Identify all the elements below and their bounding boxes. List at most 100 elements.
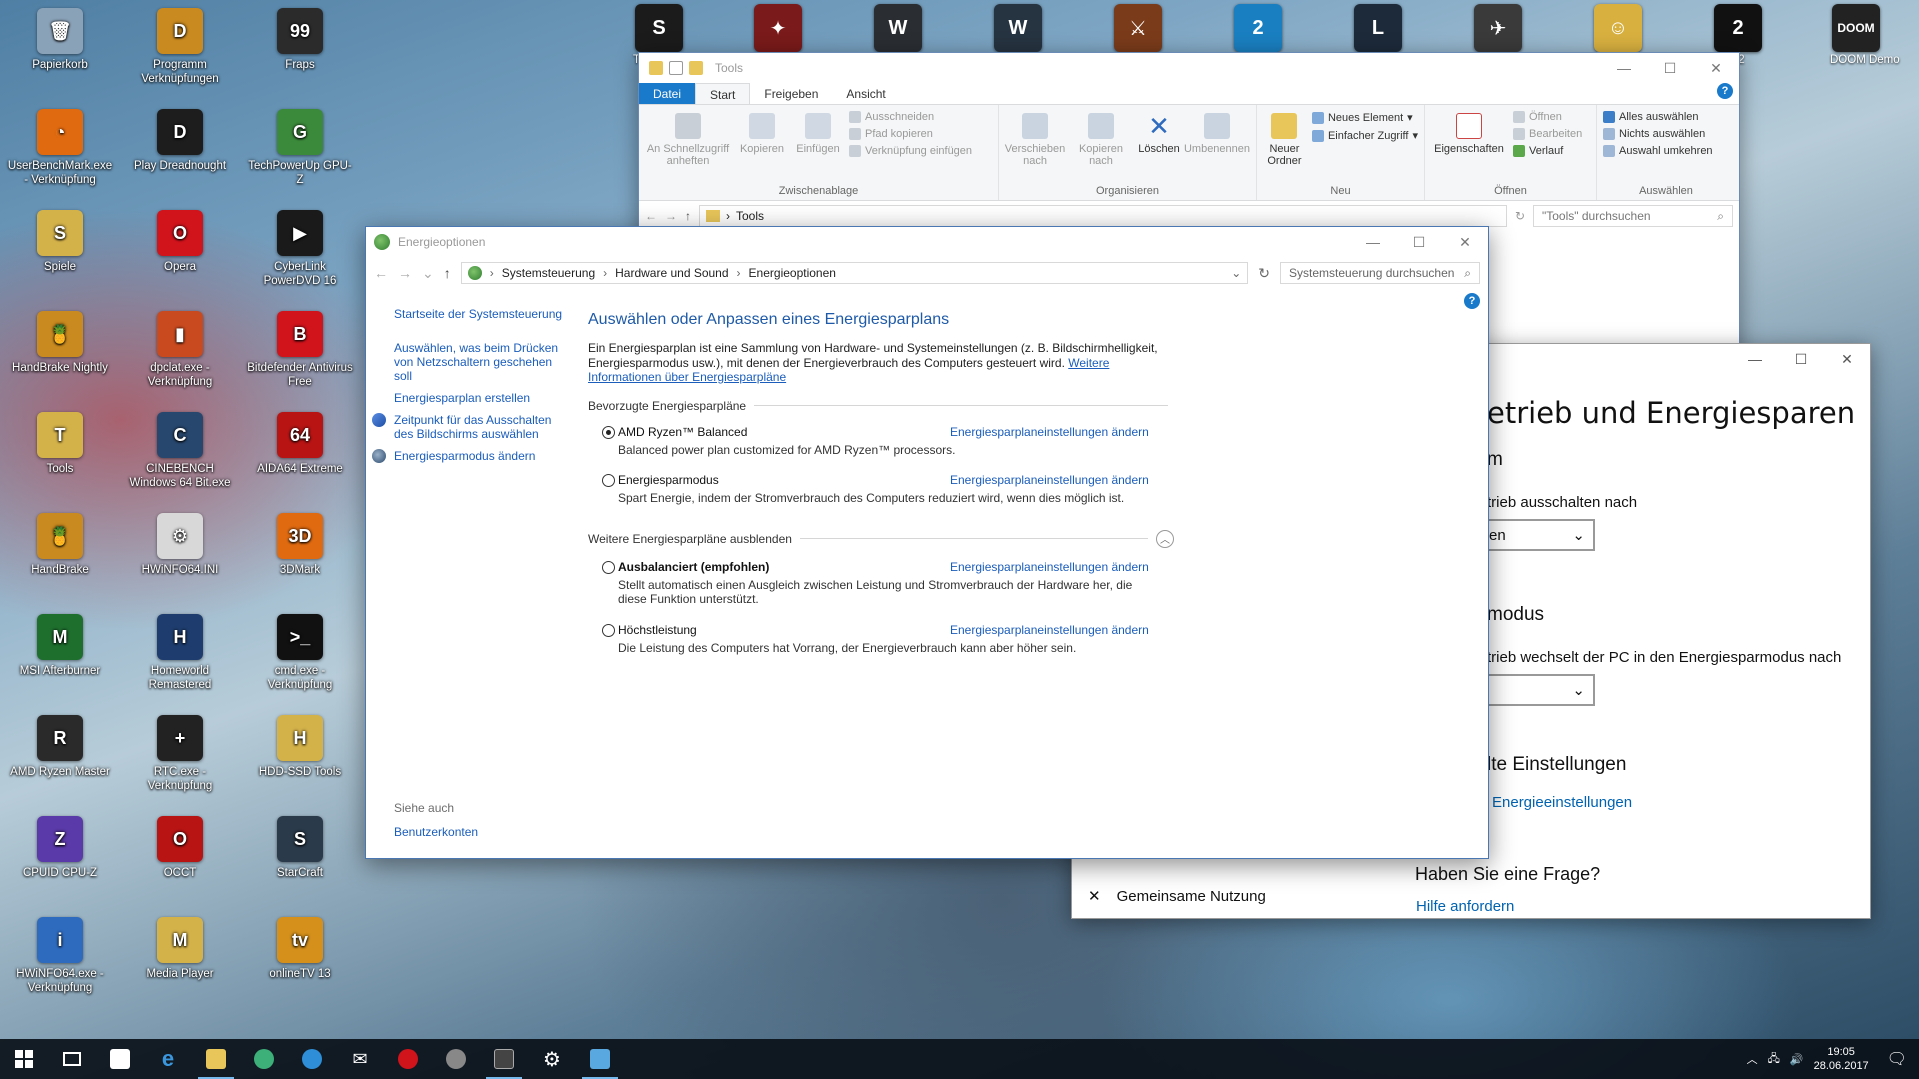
desktop-icon[interactable]: 99 Fraps [245,4,355,72]
desktop-icon[interactable]: i HWiNFO64.exe - Verknüpfung [5,913,115,995]
desktop-icon[interactable]: B Bitdefender Antivirus Free [245,307,355,389]
paste-button[interactable]: Einfügen [793,109,843,182]
more-plans-label[interactable]: Weitere Energiesparpläne ausblenden [588,532,792,546]
select-none-button[interactable]: Nichts auswählen [1603,128,1713,140]
notifications-icon[interactable]: 🗨 [1887,1049,1907,1069]
taskbar-control-panel[interactable] [576,1039,624,1079]
desktop-icon[interactable]: S [635,4,683,52]
paste-shortcut-button[interactable]: Verknüpfung einfügen [849,145,972,157]
desktop-icon[interactable]: DOOM [1832,4,1880,52]
desktop-icon[interactable]: H HDD-SSD Tools [245,711,355,779]
desktop-icon[interactable]: C CINEBENCH Windows 64 Bit.exe [125,408,235,490]
network-icon[interactable]: 🖧 [1768,1050,1780,1069]
sidebar-item-create-plan[interactable]: Energiesparplan erstellen [394,391,564,405]
desktop-icon[interactable]: L [1354,4,1402,52]
desktop-icon[interactable]: W [874,4,922,52]
back-icon[interactable]: ← [374,265,388,281]
breadcrumb-hardware-sound[interactable]: Hardware und Sound [615,266,728,280]
tab-view[interactable]: Ansicht [832,83,899,104]
desktop-icon[interactable]: ◔ UserBenchMark.exe - Verknüpfung [5,105,115,187]
desktop-icon[interactable]: >_ cmd.exe - Verknüpfung [245,610,355,692]
tab-file[interactable]: Datei [639,83,696,104]
forward-icon[interactable]: → [665,209,677,223]
desktop-icon[interactable]: 2 [1234,4,1282,52]
user-accounts-link[interactable]: Benutzerkonten [394,825,478,839]
desktop-icon[interactable]: 🍍 HandBrake [5,509,115,577]
close-icon[interactable]: ✕ [1824,344,1870,374]
copy-to-button[interactable]: Kopieren nach [1071,109,1131,182]
taskbar-game[interactable] [432,1039,480,1079]
desktop-icon[interactable]: ✦ [754,4,802,52]
open-button[interactable]: Öffnen [1513,111,1582,123]
desktop-icon[interactable]: H Homeworld Remastered [125,610,235,692]
plan-radio-high-performance[interactable] [602,623,615,637]
minimize-icon[interactable]: — [1601,53,1647,83]
tab-share[interactable]: Freigeben [750,83,832,104]
desktop-icon[interactable]: S StarCraft [245,812,355,880]
clock[interactable]: 19:05 28.06.2017 [1814,1045,1869,1073]
change-plan-link[interactable]: Energiesparplaneinstellungen ändern [950,623,1149,637]
plan-radio-amd-balanced[interactable] [602,425,615,439]
refresh-icon[interactable]: ↻ [1515,209,1525,223]
pin-button[interactable]: An Schnellzugriff anheften [645,109,731,182]
properties-icon[interactable] [669,61,683,75]
explorer-search-input[interactable]: "Tools" durchsuchen ⌕ [1533,205,1733,227]
sleep-dropdown[interactable]: ⌄ [1477,674,1595,706]
taskbar-store[interactable] [96,1039,144,1079]
sidebar-item-sleep[interactable]: Energiesparmodus ändern [372,449,564,463]
help-icon[interactable]: ? [1717,83,1733,99]
desktop-icon[interactable]: 2 [1714,4,1762,52]
plan-radio-power-saver[interactable] [602,474,615,487]
sidebar-item-display-off[interactable]: Zeitpunkt für das Ausschalten des Bildsc… [372,413,564,441]
desktop-icon[interactable]: D Programm Verknüpfungen [125,4,235,86]
chevron-down-icon[interactable]: ⌄ [1231,266,1241,280]
taskbar-thunderbird[interactable] [288,1039,336,1079]
additional-power-settings-link[interactable]: Energieeinstellungen [1492,794,1632,811]
move-to-button[interactable]: Verschieben nach [1005,109,1065,182]
copy-button[interactable]: Kopieren [737,109,787,182]
chevron-up-icon[interactable]: ︿ [1156,529,1174,548]
task-view-button[interactable] [48,1039,96,1079]
desktop-icon[interactable]: ✈ [1474,4,1522,52]
up-icon[interactable]: ↑ [444,265,451,281]
energy-address-bar[interactable]: › Systemsteuerung › Hardware und Sound ›… [460,262,1249,284]
taskbar-explorer[interactable] [192,1039,240,1079]
chevron-up-icon[interactable]: ︿ [1747,1051,1758,1067]
maximize-icon[interactable]: ☐ [1647,53,1693,83]
desktop-icon[interactable]: G TechPowerUp GPU-Z [245,105,355,187]
taskbar-edge[interactable]: e [144,1039,192,1079]
control-panel-search-input[interactable]: Systemsteuerung durchsuchen ⌕ [1280,262,1480,284]
breadcrumb-energy-options[interactable]: Energieoptionen [749,266,836,280]
taskbar-opera[interactable] [384,1039,432,1079]
up-icon[interactable]: ↑ [685,209,691,223]
maximize-icon[interactable]: ☐ [1778,344,1824,374]
desktop-icon[interactable]: ⚔ [1114,4,1162,52]
taskbar-settings[interactable]: ⚙ [528,1039,576,1079]
help-icon[interactable]: ? [1464,293,1480,309]
desktop-icon[interactable]: tv onlineTV 13 [245,913,355,981]
desktop-icon[interactable]: M MSI Afterburner [5,610,115,678]
taskbar-media[interactable] [240,1039,288,1079]
delete-button[interactable]: ✕ Löschen [1137,109,1181,182]
start-button[interactable] [0,1039,48,1079]
volume-icon[interactable]: 🔊 [1790,1053,1804,1066]
change-plan-link[interactable]: Energiesparplaneinstellungen ändern [950,560,1149,574]
minimize-icon[interactable]: — [1732,344,1778,374]
desktop-icon[interactable]: ☺ [1594,4,1642,52]
new-folder-icon[interactable] [689,61,703,75]
close-icon[interactable]: ✕ [1442,227,1488,257]
desktop-icon[interactable]: 🍍 HandBrake Nightly [5,307,115,375]
desktop-icon[interactable]: D Play Dreadnought [125,105,235,173]
taskbar-calculator[interactable] [480,1039,528,1079]
rename-button[interactable]: Umbenennen [1184,109,1250,182]
change-plan-link[interactable]: Energiesparplaneinstellungen ändern [950,473,1149,487]
desktop-icon[interactable]: Z CPUID CPU-Z [5,812,115,880]
new-folder-button[interactable]: Neuer Ordner [1263,109,1306,182]
copy-path-button[interactable]: Pfad kopieren [849,128,972,140]
desktop-icon[interactable]: ▮ dpclat.exe - Verknüpfung [125,307,235,389]
breadcrumb-system-control[interactable]: Systemsteuerung [502,266,595,280]
desktop-icon[interactable]: O Opera [125,206,235,274]
desktop-icon[interactable]: O OCCT [125,812,235,880]
easy-access-button[interactable]: Einfacher Zugriff ▾ [1311,129,1418,142]
taskbar-mail[interactable]: ✉ [336,1039,384,1079]
